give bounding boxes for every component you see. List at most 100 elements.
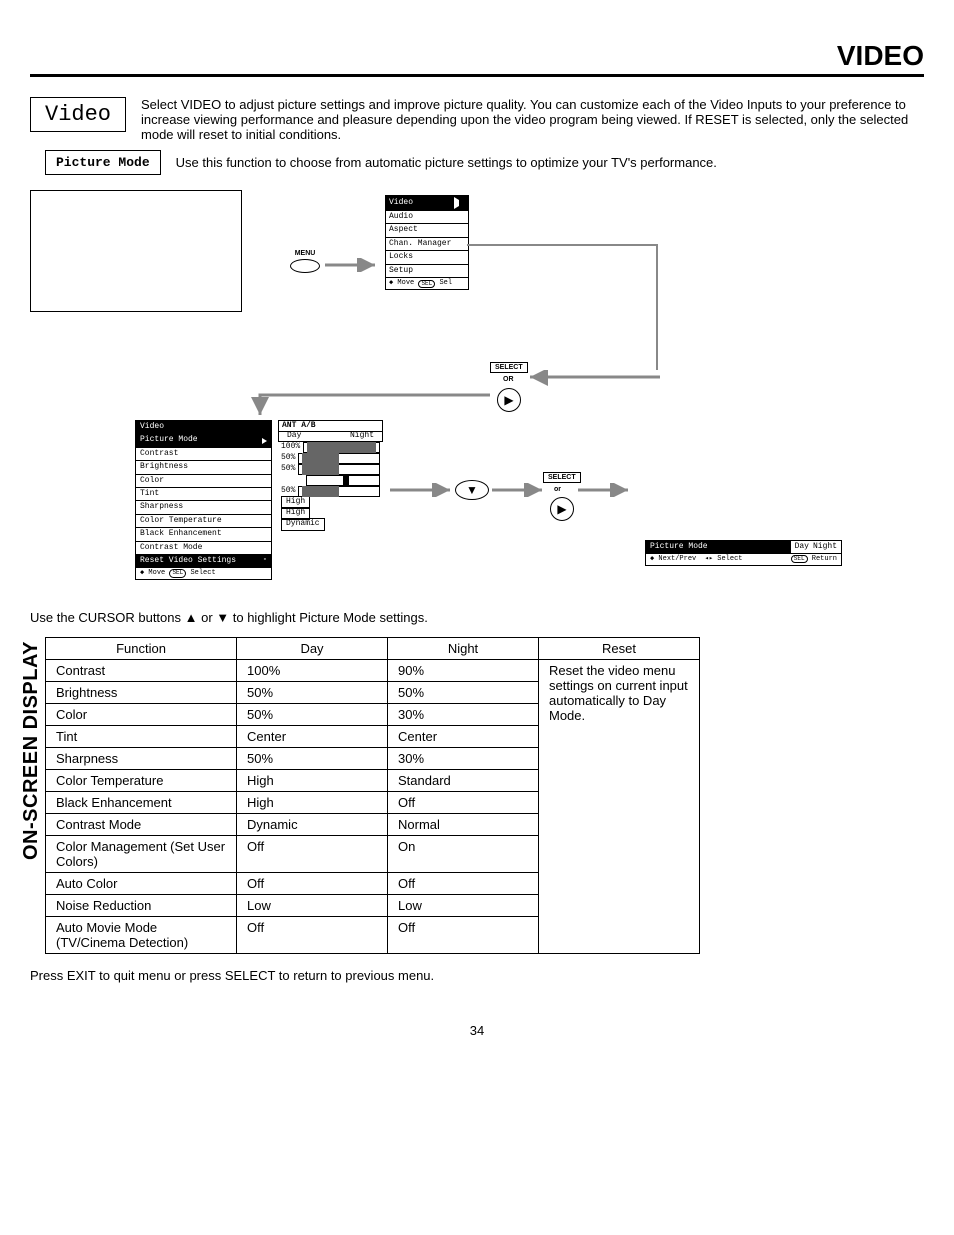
cell-day: Off [237,873,388,895]
cell-night: 30% [388,748,539,770]
submenu-sharpness: Sharpness [136,501,271,514]
value-contrastmode: Dynamic [278,519,383,530]
video-box-label: Video [30,97,126,132]
or-label-2: or [554,486,561,493]
chevron-right-icon [262,438,267,444]
nav-right-button: ▶ [497,388,521,412]
cell-day: High [237,792,388,814]
exit-instruction: Press EXIT to quit menu or press SELECT … [30,968,924,983]
menu-item-aspect: Aspect [386,224,468,237]
cell-day: High [237,770,388,792]
submenu-brightness: Brightness [136,461,271,474]
cell-night: On [388,836,539,873]
menu-item-video: Video [386,196,468,211]
arrow-icon [325,258,385,272]
picmode-footer: ◆ Next/Prev ◂▸ Select SEL Return [646,554,841,565]
up-down-icon: ▫ [263,556,267,566]
cell-function: Black Enhancement [46,792,237,814]
chevron-right-icon: ▶ [497,388,521,412]
th-reset: Reset [539,638,700,660]
submenu-tint: Tint [136,488,271,501]
cell-function: Color Temperature [46,770,237,792]
cell-day: Low [237,895,388,917]
flow-diagram: MENU Video Audio Aspect Chan. Manager Lo… [30,190,924,590]
osd-picture-mode-bar: Picture Mode DayNight ◆ Next/Prev ◂▸ Sel… [645,540,842,566]
menu-item-audio: Audio [386,211,468,224]
cell-night: Off [388,873,539,895]
cell-night: Center [388,726,539,748]
cell-reset: Reset the video menu settings on current… [539,660,700,954]
cell-night: Off [388,792,539,814]
ant-label: ANT A/B [278,420,383,431]
menu-item-setup: Setup [386,265,468,278]
cell-function: Contrast Mode [46,814,237,836]
cell-function: Brightness [46,682,237,704]
picture-mode-box-label: Picture Mode [45,150,161,175]
arrow-icon [525,370,675,390]
chevron-right-icon: ▶ [550,497,574,521]
th-day: Day [237,638,388,660]
arrow-icon [390,483,460,497]
cell-day: 50% [237,748,388,770]
submenu-color-temp: Color Temperature [136,515,271,528]
cell-night: 90% [388,660,539,682]
video-submenu-header: Video [136,421,271,434]
cell-function: Color Management (Set User Colors) [46,836,237,873]
picmode-options: DayNight [791,541,841,553]
or-label: OR [503,376,514,383]
cell-day: Off [237,836,388,873]
cell-night: Standard [388,770,539,792]
cell-day: Dynamic [237,814,388,836]
value-color: 50% [278,464,383,475]
menu-item-chan-manager: Chan. Manager [386,238,468,251]
picture-mode-text: Use this function to choose from automat… [176,155,717,170]
picmode-label: Picture Mode [646,541,791,553]
cursor-instruction: Use the CURSOR buttons ▲ or ▼ to highlig… [30,610,924,625]
menu-item-locks: Locks [386,251,468,264]
side-vertical-label: ON-SCREEN DISPLAY [20,641,43,860]
select-label-2: SELECT [543,472,581,483]
cell-function: Color [46,704,237,726]
cell-night: Normal [388,814,539,836]
cell-day: 50% [237,704,388,726]
submenu-reset: Reset Video Settings▫ [136,555,271,568]
cell-function: Auto Movie Mode (TV/Cinema Detection) [46,917,237,954]
arrow-icon [578,483,638,497]
submenu-color: Color [136,475,271,488]
cell-function: Auto Color [46,873,237,895]
page-number: 34 [30,1023,924,1038]
picture-mode-row: Picture Mode Use this function to choose… [45,150,924,175]
nav-right-button-2: ▶ [550,497,574,521]
osd-values: ANT A/B DayNight 100% 50% 50% 50% High H… [278,420,383,530]
arrow-icon [492,483,552,497]
cell-day: Off [237,917,388,954]
th-function: Function [46,638,237,660]
cell-function: Noise Reduction [46,895,237,917]
intro-text: Select VIDEO to adjust picture settings … [141,97,924,142]
preview-box [30,190,242,312]
table-row: Contrast100%90%Reset the video menu sett… [46,660,700,682]
settings-table: Function Day Night Reset Contrast100%90%… [45,637,700,954]
value-contrast: 100% [278,442,383,453]
cell-night: Off [388,917,539,954]
intro-row: Video Select VIDEO to adjust picture set… [30,97,924,142]
menu-button-graphic: MENU [290,250,320,273]
table-header-row: Function Day Night Reset [46,638,700,660]
menu-button-label: MENU [290,250,320,257]
menu-button-icon [290,259,320,273]
select-label: SELECT [490,362,528,373]
submenu-footer: ◆ Move SEL Select [136,568,271,579]
submenu-black-enh: Black Enhancement [136,528,271,541]
cell-night: Low [388,895,539,917]
cell-night: 50% [388,682,539,704]
osd-main-menu: Video Audio Aspect Chan. Manager Locks S… [385,195,469,290]
cell-day: Center [237,726,388,748]
submenu-contrast-mode: Contrast Mode [136,542,271,555]
cell-function: Contrast [46,660,237,682]
value-brightness: 50% [278,453,383,464]
th-night: Night [388,638,539,660]
nav-down-button: ▼ [455,480,489,500]
page-header: VIDEO [30,40,924,77]
osd-video-submenu: Video Picture Mode Contrast Brightness C… [135,420,272,580]
cell-day: 100% [237,660,388,682]
